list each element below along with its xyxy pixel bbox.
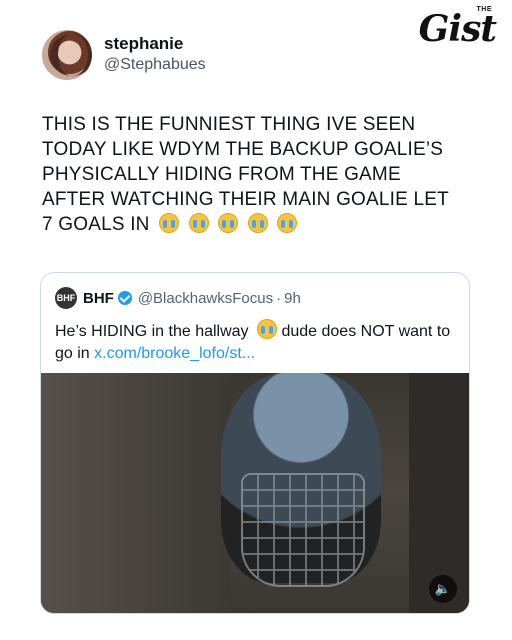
quoted-tweet-card[interactable]: BHF BHF @BlackhawksFocus · 9h He’s HIDIN…: [40, 272, 470, 614]
author-handle[interactable]: @Stephabues: [104, 54, 206, 76]
helmet-cage: [241, 473, 365, 587]
emoji-row: [155, 213, 298, 235]
quoted-link[interactable]: x.com/brooke_lofo/st...: [94, 345, 255, 362]
separator-dot: ·: [276, 289, 282, 307]
speaker-icon[interactable]: 🔈: [429, 575, 457, 603]
quoted-handle[interactable]: @BlackhawksFocus: [138, 290, 273, 307]
wall-left: [41, 373, 231, 613]
video-thumbnail[interactable]: 🔈: [41, 373, 469, 613]
quoted-tweet-text: He’s HIDING in the hallway dude does NOT…: [55, 319, 455, 365]
crying-face-icon: [257, 319, 278, 339]
quoted-timestamp[interactable]: 9h: [284, 290, 301, 307]
crying-face-icon: [188, 213, 209, 233]
brand-logo-small: THE: [476, 6, 492, 13]
crying-face-icon: [277, 213, 298, 233]
quoted-text-before: He’s HIDING in the hallway: [55, 323, 249, 340]
author-names: stephanie @Stephabues: [104, 34, 206, 76]
crying-face-icon: [218, 213, 239, 233]
tweet-text: THIS IS THE FUNNIEST THING IVE SEEN TODA…: [42, 112, 462, 237]
quoted-avatar[interactable]: BHF: [55, 287, 77, 309]
crying-face-icon: [159, 213, 180, 233]
tweet-header: stephanie @Stephabues: [42, 30, 206, 80]
quoted-display-name[interactable]: BHF: [83, 290, 114, 307]
brand-logo-text: Gist: [418, 8, 497, 50]
verified-badge-icon: [117, 291, 132, 305]
brand-logo: THE Gist: [418, 6, 497, 50]
crying-face-icon: [247, 213, 268, 233]
avatar[interactable]: [42, 30, 92, 80]
quoted-tweet-header: BHF BHF @BlackhawksFocus · 9h: [55, 287, 301, 309]
author-display-name[interactable]: stephanie: [104, 34, 206, 54]
